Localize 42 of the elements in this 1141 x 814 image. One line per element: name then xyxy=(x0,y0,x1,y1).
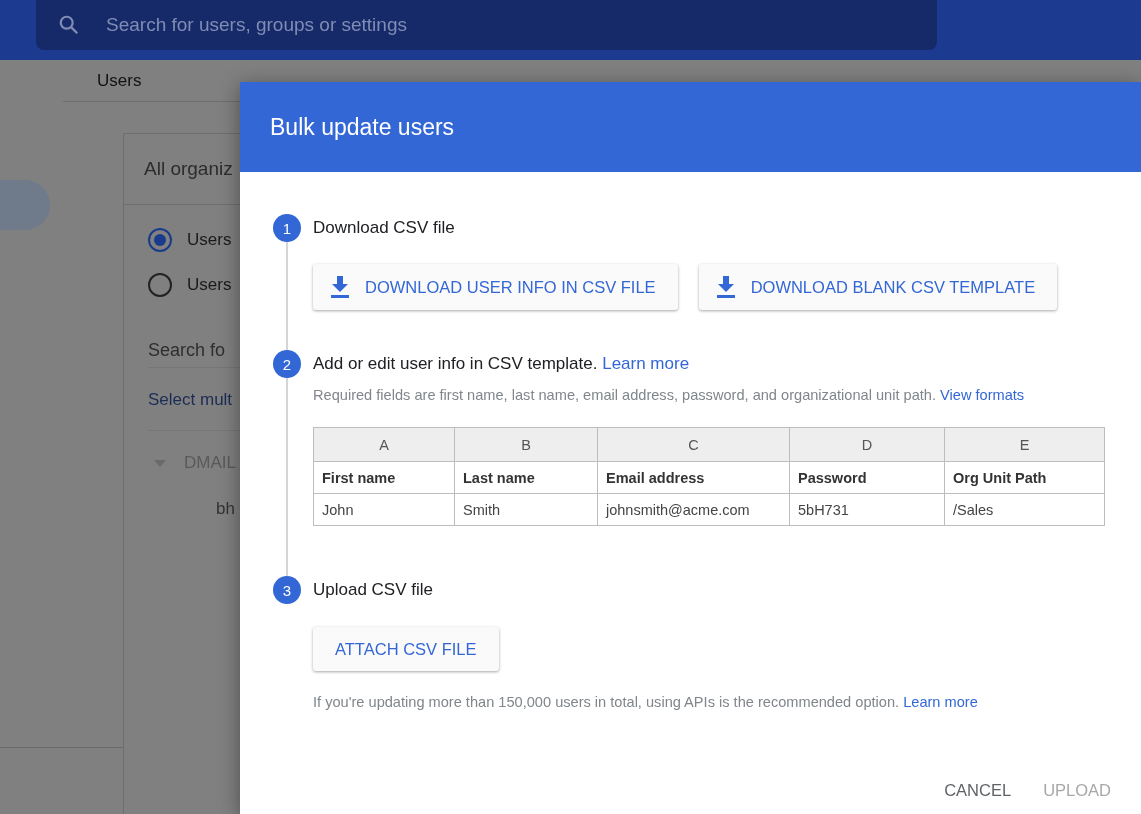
step-title: Download CSV file xyxy=(313,217,456,239)
dialog-title: Bulk update users xyxy=(270,113,455,141)
table-cell: 5bH731 xyxy=(789,493,945,526)
dialog-action-button[interactable]: CANCEL xyxy=(934,773,1022,808)
column-letter: D xyxy=(789,427,945,462)
step-number: 2 xyxy=(273,350,301,378)
table-cell: /Sales xyxy=(944,493,1105,526)
column-letter: C xyxy=(597,427,790,462)
table-cell: johnsmith@acme.com xyxy=(597,493,790,526)
radio-label: Users xyxy=(187,229,232,250)
table-header-cell: Password xyxy=(789,461,945,494)
download-button[interactable]: DOWNLOAD BLANK CSV TEMPLATE xyxy=(698,264,1058,310)
view-formats-link[interactable]: View formats xyxy=(940,387,1025,403)
upload-note: If you're updating more than 150,000 users in total, using APIs is the recommended option. Learn more xyxy=(313,693,979,712)
step-title: Upload CSV file xyxy=(313,579,434,601)
table-cell: John xyxy=(313,493,455,526)
attach-button[interactable]: ATTACH CSV FILE xyxy=(313,627,499,671)
column-letter: A xyxy=(313,427,455,462)
step-number: 3 xyxy=(273,576,301,604)
radio-button[interactable] xyxy=(148,227,172,252)
learn-more-link[interactable]: Learn more xyxy=(602,354,690,373)
panel-title: All organiz xyxy=(144,158,233,180)
radio-button[interactable] xyxy=(148,272,172,297)
tree-item[interactable]: bh xyxy=(216,499,235,519)
learn-more-link[interactable]: Learn more xyxy=(903,694,978,710)
search-icon xyxy=(58,14,80,36)
step-description: Required fields are first name, last name, email address, password, and organizational unit path. View formats xyxy=(313,386,1026,405)
download-icon xyxy=(716,276,735,298)
table-header-cell: Email address xyxy=(597,461,790,494)
download-icon xyxy=(331,276,349,298)
table-header-cell: Last name xyxy=(454,461,598,494)
step-number: 1 xyxy=(273,214,301,242)
table-header-cell: Org Unit Path xyxy=(944,461,1105,494)
breadcrumb[interactable]: Users xyxy=(97,70,142,91)
table-header-cell: First name xyxy=(313,461,455,494)
table-cell: Smith xyxy=(454,493,598,526)
column-letter: E xyxy=(944,427,1105,462)
radio-label: Users xyxy=(187,274,232,295)
step-title: Add or edit user info in CSV template. Learn more xyxy=(313,353,691,375)
download-button[interactable]: DOWNLOAD USER INFO IN CSV FILE xyxy=(313,264,678,310)
column-letter: B xyxy=(454,427,598,462)
search-field[interactable]: Search for users, groups or settings xyxy=(36,0,937,50)
